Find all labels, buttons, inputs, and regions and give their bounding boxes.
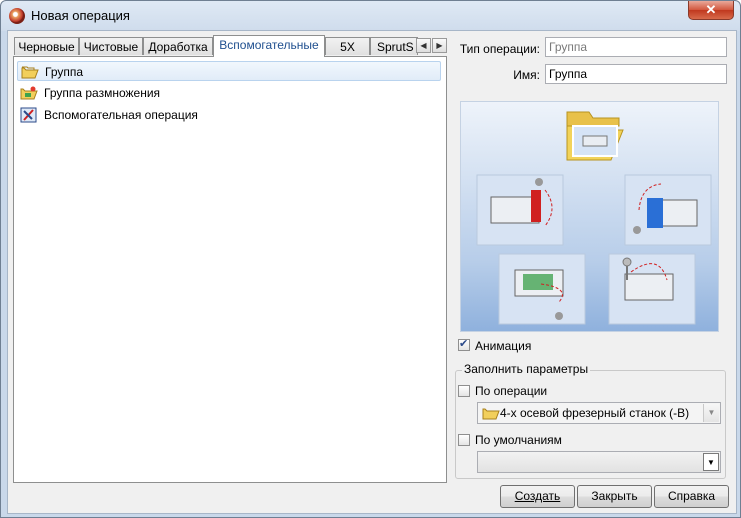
list-item-label: Группа [45,65,84,79]
preview-tile-blue [624,174,712,246]
dialog-window: Новая операция ✕ Черновые Чистовые Дораб… [0,0,741,518]
by-operation-checkbox[interactable] [458,385,470,397]
auxiliary-operation-icon [20,107,37,123]
folder-icon [482,408,500,420]
window-title: Новая операция [31,8,130,23]
preview-folder-icon [566,111,624,161]
preview-tile-green [498,253,586,325]
create-button[interactable]: Создать [500,485,575,508]
tab-scroll-left-icon[interactable]: ◀ [416,38,431,53]
list-item-group-multiply[interactable]: Группа размножения [17,83,441,103]
tab-rework[interactable]: Доработка [143,37,213,55]
machine-value: 4-х осевой фрезерный станок (-B) [500,406,690,420]
tab-scroll-right-icon[interactable]: ▶ [432,38,447,53]
dialog-client: Черновые Чистовые Доработка Вспомогатель… [7,30,737,514]
help-button[interactable]: Справка [654,485,729,508]
folder-icon [21,66,39,79]
animation-label[interactable]: Анимация [475,339,531,353]
operation-type-label: Тип операции: [459,42,540,56]
app-icon [9,8,25,24]
preview-tile-probe [608,253,696,325]
name-field[interactable]: Группа [545,64,727,84]
by-default-label[interactable]: По умолчаниям [475,433,562,447]
tab-finish[interactable]: Чистовые [79,37,143,55]
animation-checkbox[interactable] [458,337,470,351]
tab-auxiliary[interactable]: Вспомогательные [213,35,325,57]
operation-preview-image [460,101,719,332]
machine-combo[interactable]: 4-х осевой фрезерный станок (-B) ▼ [477,402,721,424]
operation-type-field[interactable]: Группа [545,37,727,57]
fill-params-title: Заполнить параметры [462,362,591,376]
name-label: Имя: [513,68,540,82]
by-operation-label[interactable]: По операции [475,384,547,398]
title-bar[interactable]: Новая операция ✕ [1,1,740,30]
tab-5x[interactable]: 5X [325,37,370,55]
default-combo[interactable]: ▼ [477,451,721,473]
list-item-label: Группа размножения [44,86,161,100]
chevron-down-icon[interactable]: ▼ [703,453,719,471]
operation-list[interactable]: Группа Группа размножения Вспомогательна… [13,56,447,483]
list-item-label: Вспомогательная операция [44,108,198,122]
close-button[interactable]: Закрыть [577,485,652,508]
list-item-group[interactable]: Группа [17,61,441,81]
folder-multiply-icon [20,86,38,100]
preview-tile-red [476,174,564,246]
tab-rough[interactable]: Черновые [14,37,79,55]
list-item-auxiliary-operation[interactable]: Вспомогательная операция [17,105,441,125]
close-window-button[interactable]: ✕ [688,1,734,20]
tab-sprut[interactable]: SprutS [370,37,418,55]
chevron-down-icon[interactable]: ▼ [703,404,719,422]
by-default-checkbox[interactable] [458,434,470,446]
preview-illustration [476,111,712,325]
